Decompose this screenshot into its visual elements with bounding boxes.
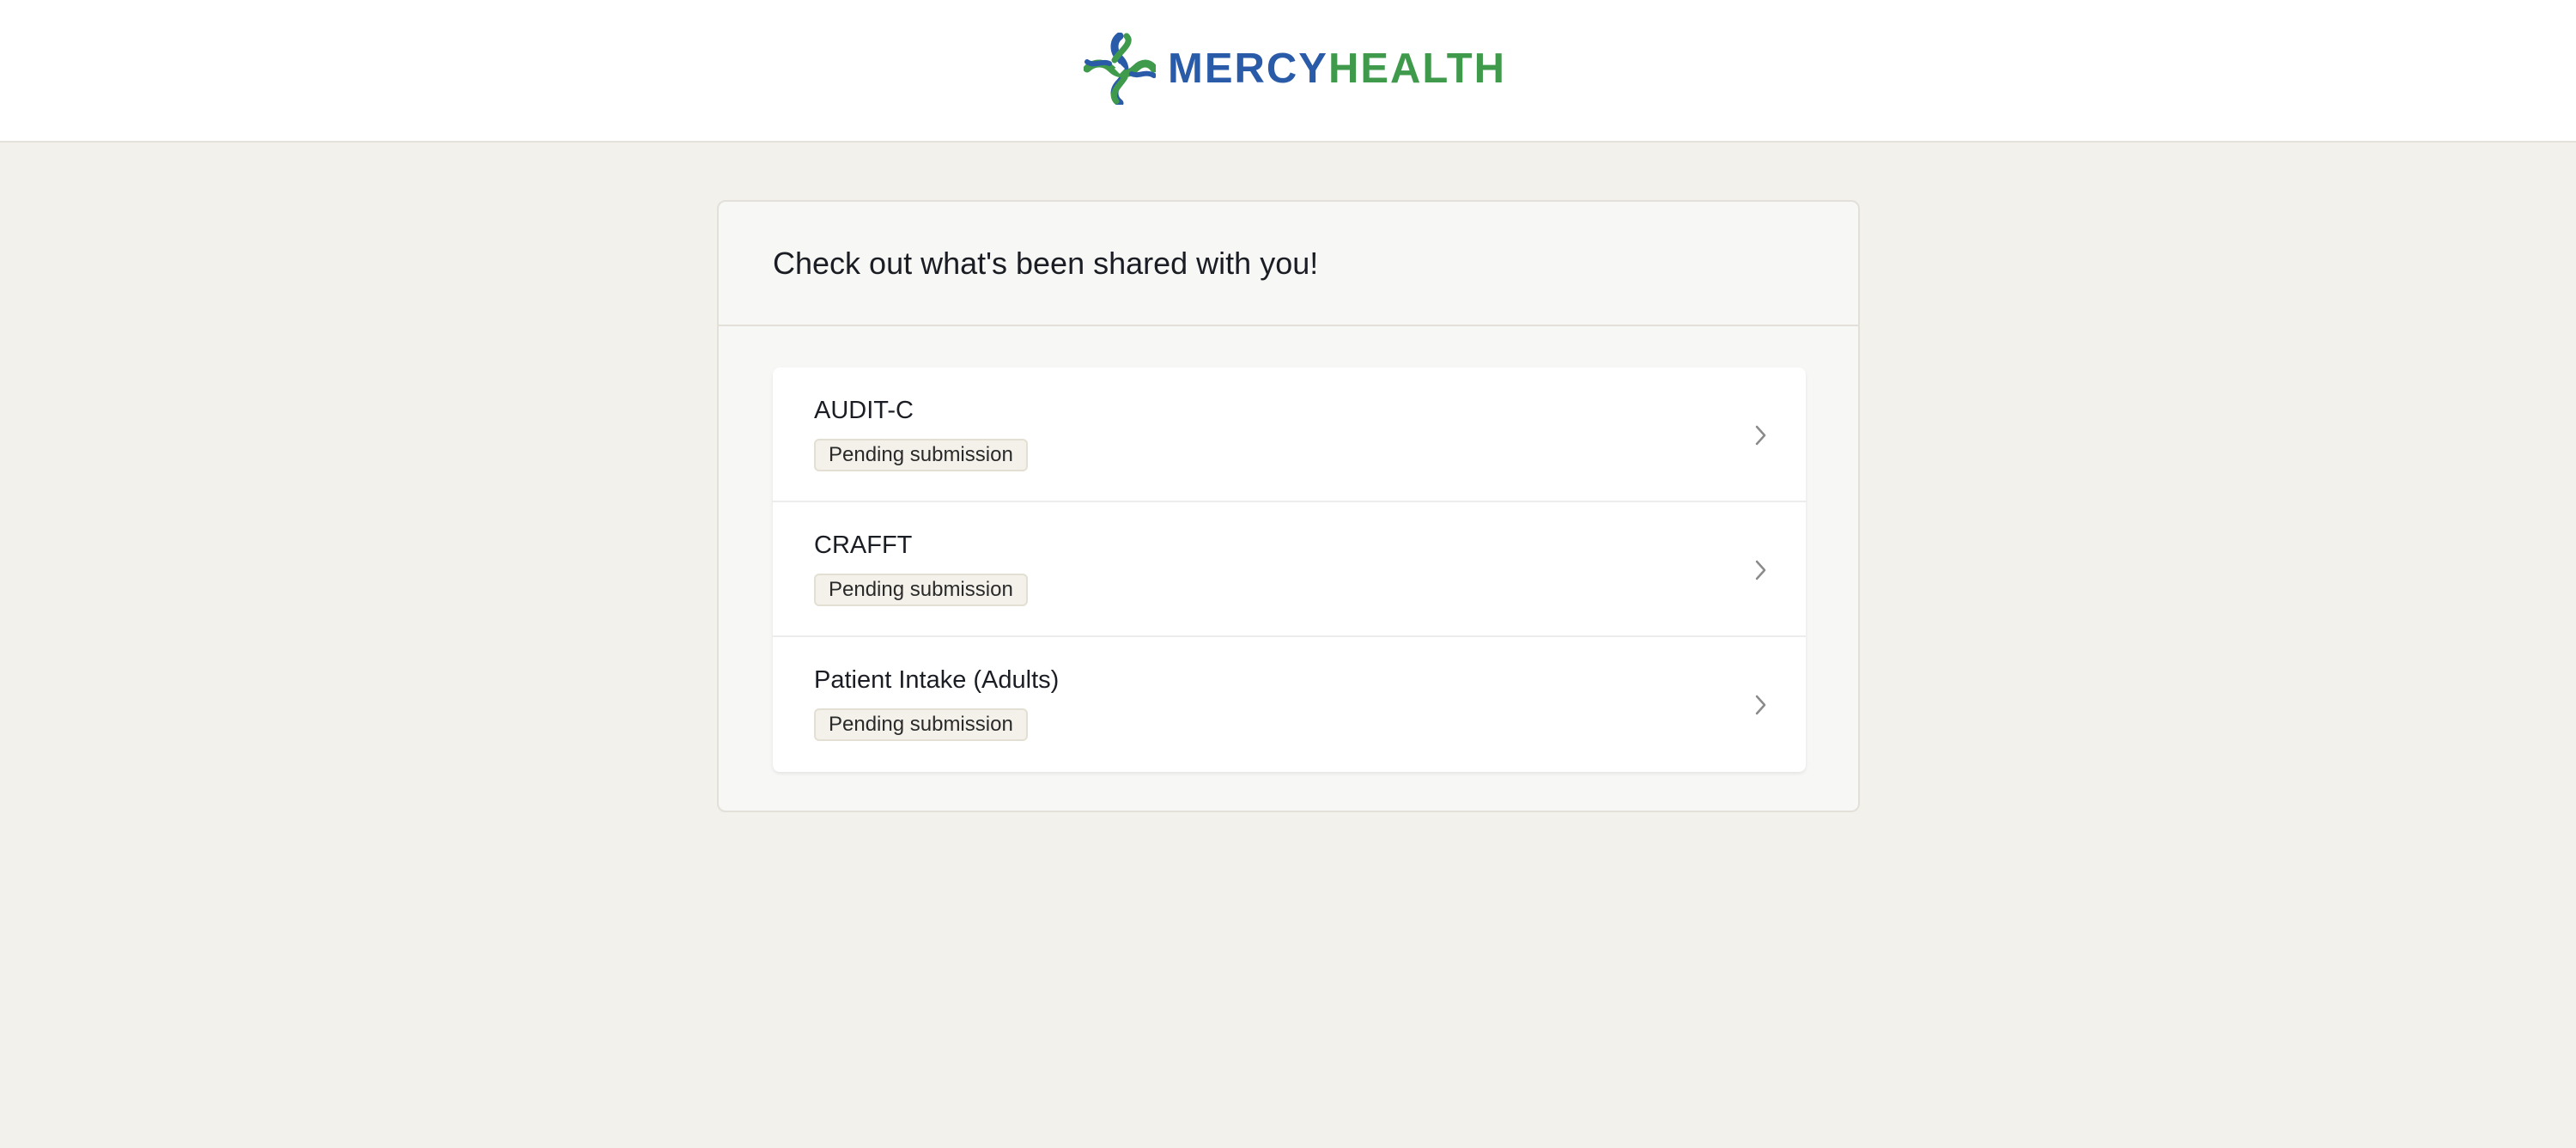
item-title: Patient Intake (Adults) (814, 666, 1060, 694)
page-title: Check out what's been shared with you! (773, 245, 1319, 281)
shared-items-list: AUDIT-C Pending submission CRAFFT Pendin… (773, 367, 1806, 772)
logo-wordmark: MERCYHEALTH (1168, 33, 1506, 105)
shared-items-panel: Check out what's been shared with you! A… (717, 200, 1860, 812)
chevron-right-icon (1755, 695, 1766, 715)
logo-wordmark-health: HEALTH (1327, 46, 1507, 92)
status-badge: Pending submission (814, 439, 1028, 471)
status-badge: Pending submission (814, 708, 1028, 741)
top-header: MERCYHEALTH (0, 0, 2576, 143)
chevron-right-icon (1755, 425, 1766, 446)
cross-logo-icon (1084, 33, 1156, 105)
list-item-audit-c[interactable]: AUDIT-C Pending submission (773, 367, 1806, 502)
chevron-right-icon (1755, 560, 1766, 580)
mercy-health-logo[interactable]: MERCYHEALTH (1084, 33, 1506, 105)
item-title: AUDIT-C (814, 397, 914, 424)
item-title: CRAFFT (814, 531, 913, 559)
list-item-patient-intake-adults[interactable]: Patient Intake (Adults) Pending submissi… (773, 637, 1806, 772)
status-badge: Pending submission (814, 574, 1028, 606)
list-item-crafft[interactable]: CRAFFT Pending submission (773, 502, 1806, 637)
logo-wordmark-mercy: MERCY (1168, 46, 1328, 92)
panel-header: Check out what's been shared with you! (719, 202, 1858, 326)
